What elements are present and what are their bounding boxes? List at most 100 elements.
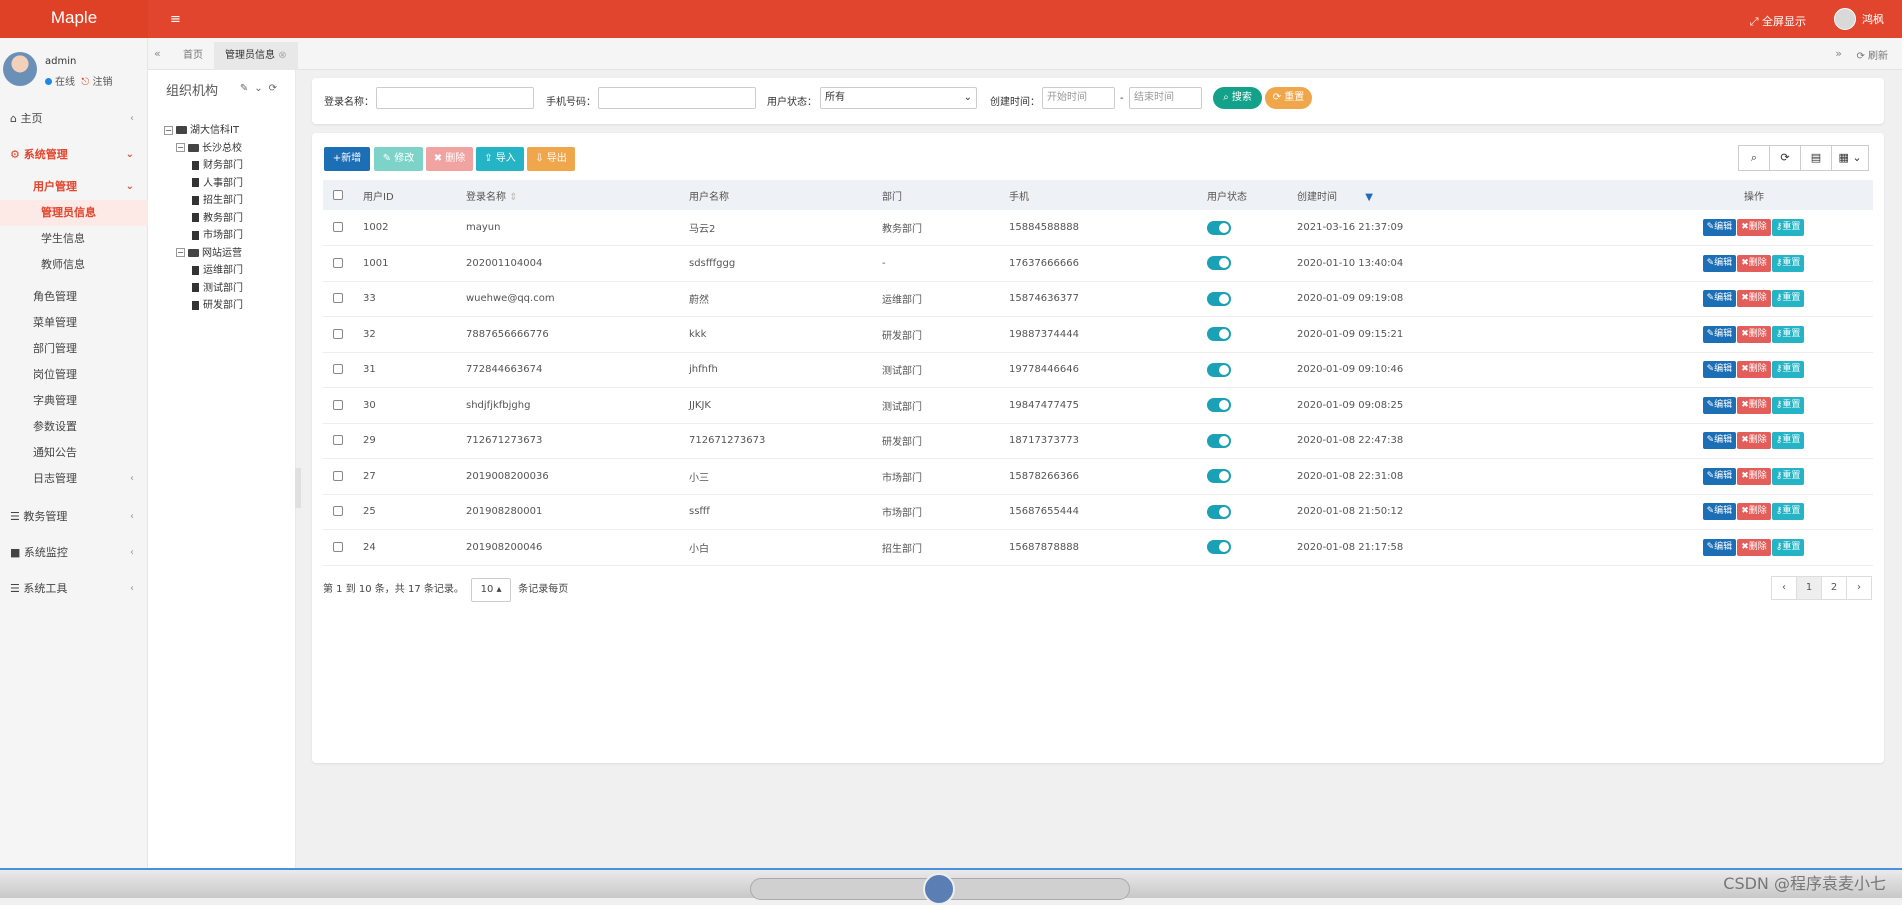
- prev-page-button[interactable]: ‹: [1771, 576, 1797, 600]
- sidebar-item-dict[interactable]: 字典管理: [0, 388, 148, 414]
- sidebar-item-notice[interactable]: 通知公告: [0, 440, 148, 466]
- sidebar-item-dept[interactable]: 部门管理: [0, 336, 148, 362]
- tree-node[interactable]: 财务部门: [164, 157, 243, 175]
- row-checkbox[interactable]: [333, 328, 343, 339]
- sidebar-item-admin-info[interactable]: 管理员信息: [0, 200, 148, 226]
- row-delete-button[interactable]: ✖删除: [1737, 467, 1771, 485]
- logout-link[interactable]: 注销: [92, 77, 112, 88]
- tree-collapse-icon[interactable]: −: [176, 248, 185, 257]
- table-row[interactable]: 1002 mayun 马云2 教务部门 15884588888 2021-03-16 21…: [323, 210, 1873, 246]
- tree-collapse-icon[interactable]: −: [176, 143, 185, 152]
- tree-collapse-icon[interactable]: −: [164, 125, 173, 135]
- row-checkbox[interactable]: [333, 257, 343, 268]
- status-toggle[interactable]: [1207, 433, 1231, 448]
- tree-node[interactable]: − 长沙总校: [164, 140, 243, 158]
- tree-node[interactable]: 人事部门: [164, 175, 243, 193]
- table-row[interactable]: 29 712671273673 712671273673 研发部门 1871737377…: [323, 423, 1873, 459]
- row-reset-button[interactable]: ⚷重置: [1771, 503, 1805, 521]
- row-edit-button[interactable]: ✎编辑: [1702, 254, 1737, 272]
- reset-button[interactable]: ⟳ 重置: [1265, 87, 1312, 109]
- col-user-id[interactable]: 用户ID: [353, 180, 456, 210]
- sidebar-item-student-info[interactable]: 学生信息: [0, 226, 148, 252]
- tree-node[interactable]: − 网站运营: [164, 245, 243, 263]
- next-page-button[interactable]: ›: [1846, 576, 1872, 600]
- tab-admin-info[interactable]: 管理员信息 ⊗: [214, 42, 298, 70]
- refresh-icon[interactable]: ⟳: [269, 83, 283, 94]
- tree-node[interactable]: − 湖大信科IT: [164, 122, 243, 140]
- row-checkbox[interactable]: [333, 541, 343, 552]
- page-button[interactable]: 1: [1796, 576, 1822, 600]
- chevron-down-icon[interactable]: ⌄: [254, 83, 268, 94]
- col-user-name[interactable]: 用户名称: [679, 180, 872, 210]
- col-login-name[interactable]: 登录名称 ⇕: [456, 180, 679, 210]
- table-row[interactable]: 32 7887656666776 kkk 研发部门 19887374444 2020-01…: [323, 316, 1873, 353]
- login-name-input[interactable]: [376, 87, 534, 109]
- col-created[interactable]: 创建时间 ▼: [1287, 180, 1635, 210]
- refresh-button[interactable]: ⟳ 刷新: [1856, 47, 1888, 62]
- row-checkbox[interactable]: [333, 435, 343, 446]
- table-row[interactable]: 1001 202001104004 sdsfffggg -17637666666 202…: [323, 245, 1873, 282]
- tab-scroll-right-icon[interactable]: »: [1835, 47, 1842, 60]
- play-icon[interactable]: [923, 873, 955, 905]
- status-toggle[interactable]: [1207, 256, 1231, 271]
- table-row[interactable]: 25 201908280001 ssfff 市场部门 15687655444 2020-0…: [323, 494, 1873, 530]
- row-reset-button[interactable]: ⚷重置: [1771, 254, 1805, 272]
- col-dept[interactable]: 部门: [872, 180, 999, 210]
- logout-icon[interactable]: ⎋: [81, 77, 89, 88]
- row-reset-button[interactable]: ⚷重置: [1771, 432, 1805, 450]
- start-time-input[interactable]: 开始时间: [1042, 87, 1115, 109]
- row-edit-button[interactable]: ✎编辑: [1702, 467, 1737, 485]
- status-toggle[interactable]: [1207, 220, 1231, 235]
- search-button[interactable]: ⌕ 搜索: [1213, 87, 1262, 109]
- tree-node[interactable]: 运维部门: [164, 262, 243, 280]
- table-row[interactable]: 30 shdjfjkfbjghg JJKJK 测试部门 19847477475 2020-…: [323, 387, 1873, 424]
- sidebar-item-params[interactable]: 参数设置: [0, 414, 148, 440]
- table-row[interactable]: 27 2019008200036 小三 市场部门 15878266366 2020-01-…: [323, 458, 1873, 495]
- sidebar-item-log[interactable]: 日志管理 ‹: [0, 466, 148, 492]
- sidebar-item-role[interactable]: 角色管理: [0, 284, 148, 310]
- status-toggle[interactable]: [1207, 291, 1231, 306]
- table-row[interactable]: 33 wuehwe@qq.com 蔚然 运维部门 15874636377 2020-01-…: [323, 281, 1873, 317]
- tree-node[interactable]: 研发部门: [164, 297, 243, 315]
- row-reset-button[interactable]: ⚷重置: [1771, 325, 1805, 343]
- row-reset-button[interactable]: ⚷重置: [1771, 467, 1805, 485]
- row-edit-button[interactable]: ✎编辑: [1702, 396, 1737, 414]
- table-row[interactable]: 31 772844663674 jhfhfh 测试部门 19778446646 2020-…: [323, 352, 1873, 388]
- status-toggle[interactable]: [1207, 327, 1231, 342]
- sidebar-item-system[interactable]: ⚙ 系统管理 ⌄: [0, 142, 148, 168]
- sidebar-item-post[interactable]: 岗位管理: [0, 362, 148, 388]
- sidebar-item-menu[interactable]: 菜单管理: [0, 310, 148, 336]
- tab-scroll-left-icon[interactable]: «: [154, 47, 161, 60]
- tree-node[interactable]: 招生部门: [164, 192, 243, 210]
- status-toggle[interactable]: [1207, 398, 1231, 413]
- row-delete-button[interactable]: ✖删除: [1737, 396, 1771, 414]
- sidebar-item-home[interactable]: ⌂ 主页 ‹: [0, 106, 148, 132]
- select-all-checkbox[interactable]: [333, 189, 343, 200]
- import-button[interactable]: ⇪ 导入: [476, 147, 524, 171]
- row-delete-button[interactable]: ✖删除: [1737, 432, 1771, 450]
- row-reset-button[interactable]: ⚷重置: [1771, 219, 1805, 236]
- page-size-select[interactable]: 10 ▴: [471, 578, 512, 602]
- row-delete-button[interactable]: ✖删除: [1737, 503, 1771, 521]
- sidebar-item-tools[interactable]: ☰ 系统工具 ‹: [0, 576, 148, 602]
- row-checkbox[interactable]: [333, 293, 343, 304]
- search-icon[interactable]: ⌕: [1738, 145, 1770, 171]
- tree-node[interactable]: 市场部门: [164, 227, 243, 245]
- sidebar-item-users[interactable]: 用户管理 ⌄: [0, 174, 148, 200]
- menu-toggle-icon[interactable]: ≡: [170, 12, 181, 27]
- row-reset-button[interactable]: ⚷重置: [1771, 290, 1805, 308]
- row-edit-button[interactable]: ✎编辑: [1702, 290, 1737, 308]
- row-reset-button[interactable]: ⚷重置: [1771, 538, 1805, 556]
- row-edit-button[interactable]: ✎编辑: [1702, 432, 1737, 450]
- columns-toggle-icon[interactable]: ▤: [1800, 145, 1832, 171]
- fullscreen-button[interactable]: ⤢ 全屏显示: [1750, 13, 1806, 29]
- app-logo[interactable]: Maple: [0, 0, 148, 38]
- edit-button[interactable]: ✎ 修改: [374, 147, 423, 171]
- delete-button[interactable]: ✖ 删除: [426, 147, 473, 171]
- row-delete-button[interactable]: ✖删除: [1737, 538, 1771, 556]
- row-checkbox[interactable]: [333, 470, 343, 481]
- row-checkbox[interactable]: [333, 222, 343, 232]
- close-icon[interactable]: ⊗: [278, 50, 286, 61]
- col-status[interactable]: 用户状态: [1197, 180, 1287, 210]
- page-button[interactable]: 2: [1821, 576, 1847, 600]
